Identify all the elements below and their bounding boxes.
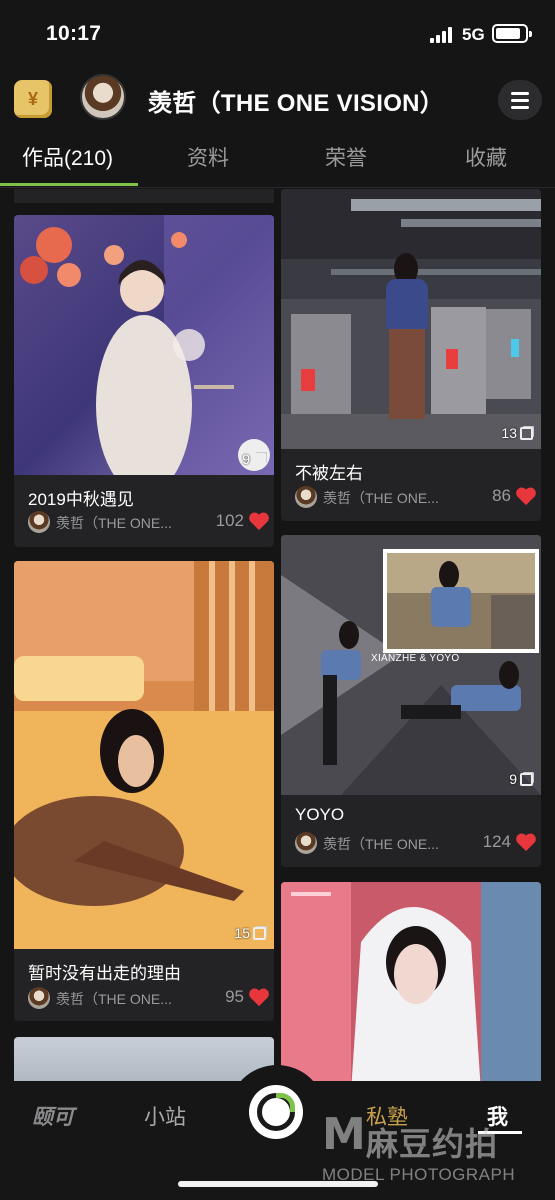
heart-icon[interactable] (515, 486, 537, 506)
gallery-icon (253, 926, 266, 940)
menu-icon (511, 91, 529, 95)
photo-lantern-girl (14, 215, 274, 495)
menu-button[interactable] (498, 80, 542, 120)
active-tab-indicator (0, 183, 138, 186)
photo-count-badge: 13 (501, 425, 533, 441)
watermark-cn: 麻豆约拍 (366, 1126, 499, 1162)
work-meta: 羡哲（THE ONE... 86 (295, 486, 536, 510)
work-meta: 羡哲（THE ONE... 95 (28, 987, 269, 1011)
work-photo[interactable]: 9 (14, 215, 274, 495)
heart-icon[interactable] (248, 511, 270, 531)
screen: 10:17 5G ¥ 羡哲（THE ONE VISION） 作品(210) 资料… (0, 0, 555, 1200)
gallery-icon (520, 426, 533, 440)
profile-name: 羡哲（THE ONE VISION） (148, 90, 445, 117)
nav-item-brand[interactable]: 颐可 (32, 1101, 74, 1131)
work-card[interactable]: 13 不被左右 羡哲（THE ONE... 86 (281, 189, 541, 521)
work-title: 2019中秋遇见 (28, 490, 134, 509)
status-time: 10:17 (46, 22, 102, 45)
like-count: 86 (492, 486, 511, 505)
work-title: YOYO (295, 805, 345, 824)
works-feed[interactable]: 9 2019中秋遇见 羡哲（THE ONE... 102 15 暂时没有出走的理… (0, 189, 555, 1081)
author-name: 羡哲（THE ONE... (323, 836, 439, 852)
heart-icon[interactable] (515, 832, 537, 852)
work-card[interactable]: 9 2019中秋遇见 羡哲（THE ONE... 102 (14, 215, 274, 547)
profile-tabs: 作品(210) 资料 荣誉 收藏 (0, 132, 555, 188)
work-meta: 羡哲（THE ONE... 102 (28, 511, 269, 535)
gallery-icon (253, 452, 266, 466)
network-label: 5G (462, 25, 485, 44)
author-avatar (295, 486, 317, 508)
camera-button[interactable] (249, 1085, 303, 1139)
work-photo[interactable]: XIANZHE & YOYO 9 (281, 535, 541, 795)
author-name: 羡哲（THE ONE... (56, 515, 172, 531)
work-title: 暂时没有出走的理由 (28, 964, 181, 983)
card-previous-bottom (14, 189, 274, 203)
status-bar: 10:17 5G (0, 0, 555, 68)
work-title: 不被左右 (295, 464, 363, 483)
like-count: 95 (225, 987, 244, 1006)
avatar[interactable] (80, 74, 126, 120)
photo-bed-girl (14, 561, 274, 949)
nav-item-station[interactable]: 小站 (144, 1101, 186, 1131)
right-column: 13 不被左右 羡哲（THE ONE... 86 XIANZHE & YOYO … (281, 189, 541, 1081)
work-photo[interactable] (14, 1037, 274, 1081)
work-photo[interactable]: 15 (14, 561, 274, 949)
author-name: 羡哲（THE ONE... (323, 490, 439, 506)
author-name: 羡哲（THE ONE... (56, 991, 172, 1007)
like-count: 124 (482, 832, 511, 851)
battery-icon (492, 24, 532, 43)
photo-yoyo-collage (281, 535, 541, 795)
tab-profile[interactable]: 资料 (187, 142, 229, 172)
left-column: 9 2019中秋遇见 羡哲（THE ONE... 102 15 暂时没有出走的理… (14, 189, 274, 1081)
work-photo[interactable]: 13 (281, 189, 541, 449)
tab-honors[interactable]: 荣誉 (325, 142, 367, 172)
work-card[interactable]: 15 暂时没有出走的理由 羡哲（THE ONE... 95 (14, 561, 274, 1021)
signal-icon (430, 27, 456, 43)
profile-header: ¥ 羡哲（THE ONE VISION） (0, 68, 555, 130)
author-avatar (28, 987, 50, 1009)
author-avatar (295, 832, 317, 854)
heart-icon[interactable] (248, 987, 270, 1007)
bottom-nav: 颐可 小站 私塾 我 M 麻豆约拍 MODEL PHOTOGRAPH (0, 1065, 555, 1200)
home-indicator[interactable] (178, 1181, 378, 1187)
work-card-partial[interactable] (14, 1037, 274, 1081)
photo-count-badge: 9 (509, 771, 533, 787)
wallet-icon[interactable]: ¥ (11, 76, 52, 118)
like-count: 102 (215, 511, 244, 530)
work-card[interactable]: XIANZHE & YOYO 9 YOYO 羡哲（THE ONE... 124 (281, 535, 541, 867)
watermark: M 麻豆约拍 MODEL PHOTOGRAPH (322, 1109, 552, 1189)
tab-favorites[interactable]: 收藏 (465, 142, 507, 172)
photo-count-badge: 9 (242, 451, 266, 467)
author-avatar (28, 511, 50, 533)
photo-overlay-text: XIANZHE & YOYO (371, 653, 460, 664)
work-card-partial[interactable] (281, 882, 541, 1081)
photo-count-badge: 15 (234, 925, 266, 941)
watermark-logo: M (322, 1109, 366, 1160)
work-meta: 羡哲（THE ONE... 124 (295, 832, 536, 856)
tab-works[interactable]: 作品(210) (22, 142, 113, 172)
camera-icon (257, 1093, 295, 1131)
photo-subway-girl (281, 189, 541, 449)
gallery-icon (520, 772, 533, 786)
photo-hoodie-girl (281, 882, 541, 1081)
